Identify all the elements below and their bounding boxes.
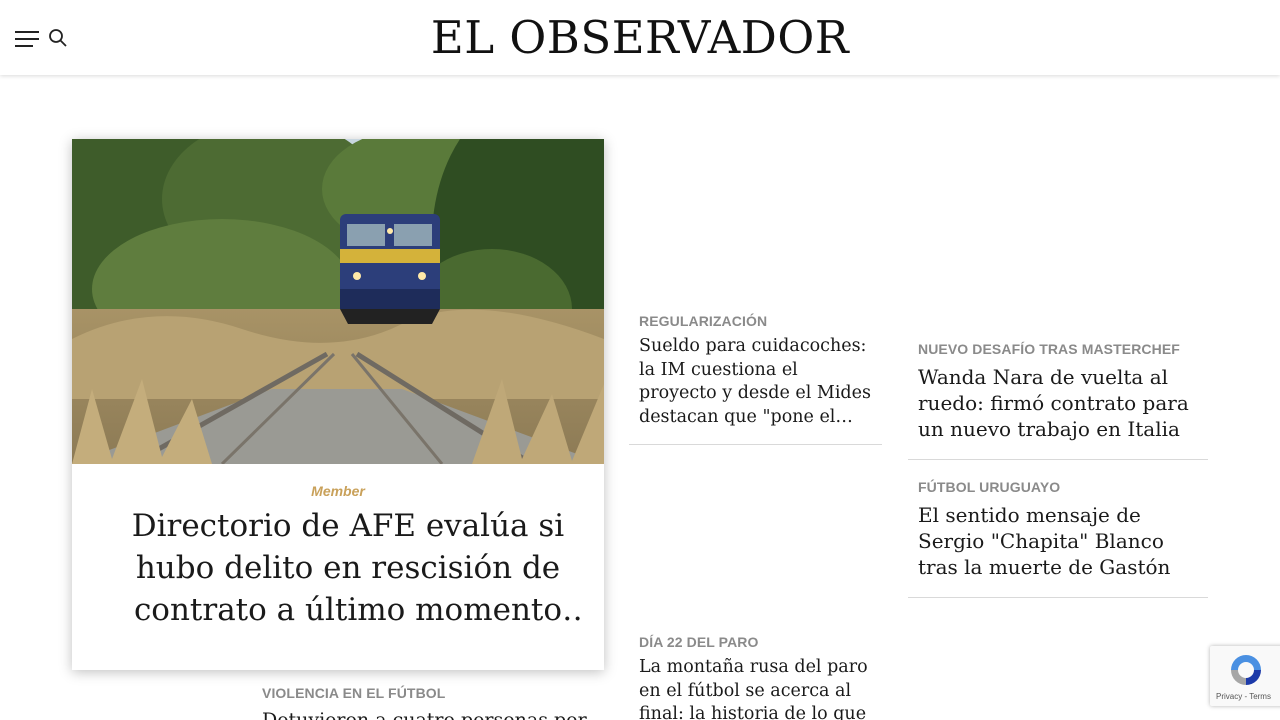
search-icon[interactable] (48, 28, 68, 48)
recaptcha-badge[interactable]: Privacy - Terms (1210, 646, 1280, 706)
featured-article-title[interactable]: Directorio de AFE evalúa si hubo delito … (112, 505, 584, 631)
article-kicker: REGULARIZACIÓN (639, 313, 768, 329)
article-headline[interactable]: El sentido mensaje de Sergio "Chapita" B… (918, 502, 1203, 582)
article-headline[interactable]: Detuvieron a cuatro personas por (262, 707, 592, 720)
article-kicker: VIOLENCIA EN EL FÚTBOL (262, 685, 446, 701)
article-headline[interactable]: Wanda Nara de vuelta al ruedo: firmó con… (918, 364, 1203, 444)
article-kicker: DÍA 22 DEL PARO (639, 634, 759, 650)
member-badge: Member (311, 483, 365, 499)
article-headline[interactable]: Sueldo para cuidacoches: la IM cuestiona… (639, 335, 874, 430)
site-header: EL OBSERVADOR (0, 0, 1280, 75)
article-kicker: FÚTBOL URUGUAYO (918, 479, 1061, 495)
article-kicker: NUEVO DESAFÍO TRAS MASTERCHEF (918, 341, 1180, 357)
article-headline[interactable]: La montaña rusa del paro en el fútbol se… (639, 656, 874, 720)
featured-article-card[interactable]: Member Directorio de AFE evalúa si hubo … (72, 139, 604, 670)
recaptcha-links[interactable]: Privacy - Terms (1216, 692, 1271, 701)
divider (908, 459, 1208, 460)
recaptcha-logo-icon (1231, 655, 1261, 685)
divider (629, 444, 882, 445)
featured-article-image[interactable] (72, 139, 604, 464)
hamburger-menu-icon[interactable] (14, 28, 40, 48)
divider (908, 597, 1208, 598)
site-logo[interactable]: EL OBSERVADOR (430, 12, 850, 64)
